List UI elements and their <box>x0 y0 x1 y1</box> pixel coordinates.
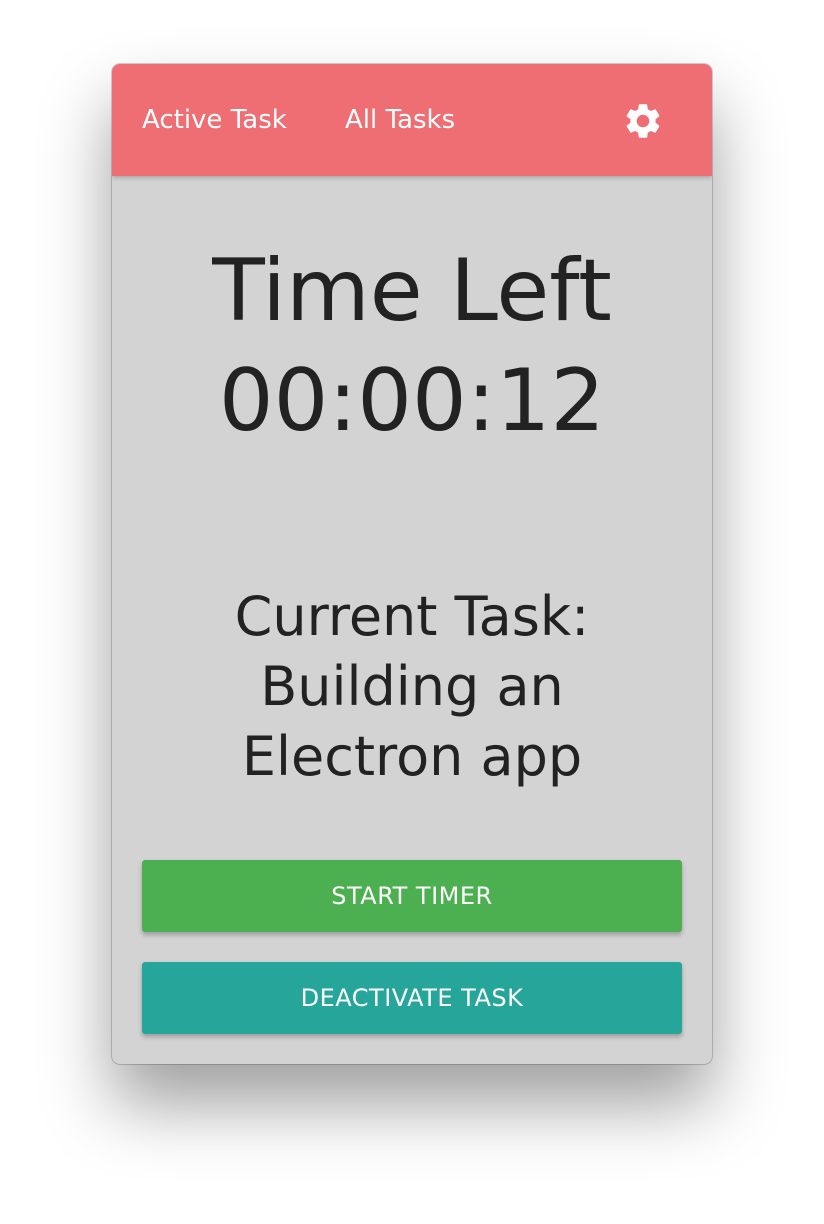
main-content: Time Left 00:00:12 Current Task: Buildin… <box>112 176 712 1064</box>
gear-icon-graphic <box>626 104 660 138</box>
time-left-value: 00:00:12 <box>218 351 606 451</box>
time-left-title: Time Left <box>212 241 612 341</box>
nav-link-active-task[interactable]: Active Task <box>142 64 287 176</box>
deactivate-task-button[interactable]: DEACTIVATE TASK <box>142 962 682 1034</box>
gear-icon[interactable] <box>622 100 664 142</box>
navbar: Active Task All Tasks <box>112 64 712 176</box>
nav-link-all-tasks[interactable]: All Tasks <box>345 64 455 176</box>
app-window: Active Task All Tasks Time Left 00:00:12… <box>112 64 712 1064</box>
current-task-label: Current Task: <box>234 585 590 648</box>
current-task-name: Building an Electron app <box>241 655 583 788</box>
stage: Active Task All Tasks Time Left 00:00:12… <box>0 0 824 1224</box>
start-timer-button[interactable]: START TIMER <box>142 860 682 932</box>
